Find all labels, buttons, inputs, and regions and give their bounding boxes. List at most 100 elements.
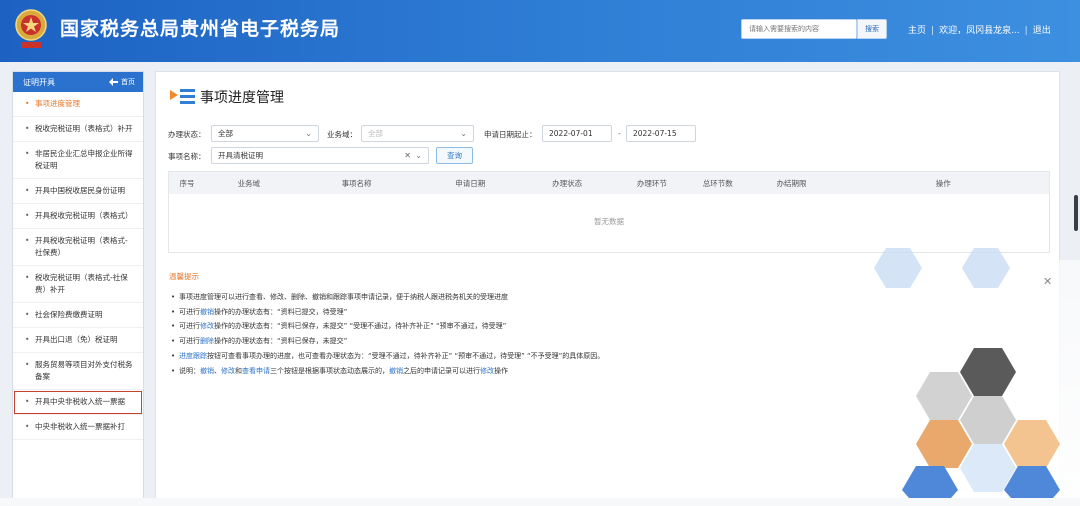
table-column-header: 序号 — [179, 178, 195, 188]
empty-state-text: 暂无数据 — [594, 217, 624, 226]
bullet-icon: • — [25, 186, 30, 195]
logout-link[interactable]: 退出 — [1033, 26, 1051, 36]
date-end-input[interactable]: 2022-07-15 — [626, 125, 696, 142]
bullet-icon: • — [25, 211, 30, 220]
bullet-icon: • — [25, 422, 30, 431]
sidebar-home-link[interactable]: 首页 — [109, 77, 135, 87]
tip-link[interactable]: 查看申请 — [242, 367, 270, 375]
item-name-value: 开具清税证明 — [218, 151, 263, 160]
sidebar-item-label: 开具中国税收居民身份证明 — [35, 186, 125, 195]
domain-select-value: 全部 — [368, 129, 383, 138]
bullet-icon: • — [25, 149, 30, 158]
status-select-value: 全部 — [218, 129, 233, 138]
tip-text: 操作的办理状态有：“资料已保存，未提交” “受理不通过，待补齐补正” “预审不通… — [214, 322, 507, 331]
bullet-icon: • — [25, 397, 30, 406]
date-separator: - — [618, 129, 621, 138]
close-icon[interactable]: ✕ — [1043, 275, 1052, 288]
bullet-icon: • — [25, 360, 30, 369]
domain-label: 业务域： — [327, 130, 357, 139]
sidebar-item[interactable]: • 服务贸易等项目对外支付税务备案 — [13, 353, 143, 390]
bullet-icon: • — [25, 310, 30, 319]
tip-link[interactable]: 修改 — [200, 322, 214, 330]
tip-link[interactable]: 撤销 — [200, 308, 214, 316]
date-start-input[interactable]: 2022-07-01 — [542, 125, 612, 142]
tips-list: 事项进度管理可以进行查看、修改、删除、撤销和跟踪事项申请记录，便于纳税人跟进税务… — [169, 290, 604, 378]
tip-text: 可进行 — [179, 307, 200, 316]
tip-text: 说明： — [179, 366, 200, 375]
tip-link[interactable]: 进度跟踪 — [179, 352, 207, 360]
tip-item: 可进行撤销操作的办理状态有：“资料已提交，待受理” — [169, 305, 604, 320]
item-name-select[interactable]: 开具清税证明 ✕ ⌄ — [211, 147, 429, 164]
bottom-strip — [0, 498, 1080, 506]
sidebar-item[interactable]: • 事项进度管理 — [13, 92, 143, 117]
sidebar-item-label: 税收完税证明（表格式）补开 — [35, 124, 133, 133]
sidebar-item[interactable]: • 开具税收完税证明（表格式-社保费） — [13, 229, 143, 266]
tip-text: 操作 — [494, 366, 508, 375]
item-name-label: 事项名称： — [168, 152, 206, 161]
back-arrow-icon — [109, 78, 118, 86]
tip-text: 按钮可查看事项办理的进度，也可查看办理状态为：“受理不通过，待补齐补正” “预审… — [207, 351, 605, 360]
chevron-down-icon: ⌄ — [415, 151, 422, 160]
table-header: 序号 业务域 事项名称 申请日期 办理状态 办理环节 总环节数 办结期限 操作 — [169, 172, 1049, 194]
table-column-header: 总环节数 — [702, 178, 733, 188]
sidebar-item[interactable]: • 开具税收完税证明（表格式） — [13, 204, 143, 229]
search-input[interactable] — [742, 20, 856, 38]
sidebar-header: 证明开具 首页 — [13, 72, 143, 92]
sidebar-item-label: 事项进度管理 — [35, 99, 80, 108]
tip-link[interactable]: 撤销 — [200, 367, 214, 375]
tip-item: 可进行修改操作的办理状态有：“资料已保存，未提交” “受理不通过，待补齐补正” … — [169, 319, 604, 334]
site-header: 国家税务总局贵州省电子税务局 搜索 主页|欢迎，凤冈县龙泉...|退出 — [0, 0, 1080, 62]
page-title: 事项进度管理 — [200, 90, 284, 106]
table-column-header: 办理环节 — [636, 178, 667, 188]
tip-item: 说明：撤销、修改和查看申请三个按钮是根据事项状态动态展示的，撤销之后的申请记录可… — [169, 364, 604, 379]
top-links: 主页 | 欢迎，凤冈县龙泉... | 退出 — [908, 26, 1051, 36]
sidebar-item[interactable]: • 社会保险费缴费证明 — [13, 303, 143, 328]
domain-select[interactable]: 全部 ⌄ — [361, 125, 474, 142]
status-select[interactable]: 全部 ⌄ — [211, 125, 319, 142]
tip-link[interactable]: 修改 — [480, 367, 494, 375]
sidebar-item[interactable]: • 开具出口退（免）税证明 — [13, 328, 143, 353]
table-column-header: 办结期限 — [776, 178, 807, 188]
tips-title: 温馨提示 — [169, 272, 199, 281]
tip-link[interactable]: 删除 — [200, 337, 214, 345]
sidebar-item-label: 中央非税收入统一票据补打 — [35, 422, 125, 431]
tip-text: 和 — [235, 366, 242, 375]
sidebar-item[interactable]: • 税收完税证明（表格式-社保费）补开 — [13, 266, 143, 303]
date-range-label: 申请日期起止： — [484, 130, 537, 139]
welcome-user-link[interactable]: 欢迎，凤冈县龙泉... — [939, 26, 1020, 36]
tip-text: 之后的申请记录可以进行 — [403, 366, 480, 375]
site-title: 国家税务总局贵州省电子税务局 — [60, 18, 341, 40]
sidebar-item-label: 开具税收完税证明（表格式） — [35, 211, 133, 220]
query-button[interactable]: 查询 — [436, 147, 473, 164]
sidebar: 证明开具 首页 • 事项进度管理 • 税收完税证明（表格式）补开 • 非居民企业汇总申报企… — [12, 71, 144, 506]
clear-icon[interactable]: ✕ — [404, 148, 411, 163]
tip-link[interactable]: 修改 — [221, 367, 235, 375]
page-scrollbar[interactable] — [1074, 195, 1078, 231]
tip-link[interactable]: 撤销 — [389, 367, 403, 375]
tip-text: 可进行 — [179, 337, 200, 346]
page-heading: 事项进度管理 — [170, 87, 284, 107]
sidebar-item[interactable]: • 开具中央非税收入统一票据 — [13, 390, 143, 415]
sidebar-item[interactable]: • 中央非税收入统一票据补打 — [13, 415, 143, 440]
sidebar-item-label: 社会保险费缴费证明 — [35, 310, 103, 319]
table-column-header: 办理状态 — [552, 178, 583, 188]
bullet-icon: • — [25, 124, 30, 133]
sidebar-item-label: 开具出口退（免）税证明 — [35, 335, 118, 344]
table-column-header: 事项名称 — [341, 178, 372, 188]
bullet-icon: • — [25, 335, 30, 344]
tip-text: 、 — [214, 366, 221, 375]
sidebar-item[interactable]: • 非居民企业汇总申报企业所得税证明 — [13, 142, 143, 179]
sidebar-item-label: 税收完税证明（表格式-社保费）补开 — [35, 273, 128, 294]
tip-item: 进度跟踪按钮可查看事项办理的进度，也可查看办理状态为：“受理不通过，待补齐补正”… — [169, 349, 604, 364]
tip-text: 事项进度管理可以进行查看、修改、删除、撤销和跟踪事项申请记录，便于纳税人跟进税务… — [179, 293, 508, 301]
sidebar-item[interactable]: • 开具中国税收居民身份证明 — [13, 179, 143, 204]
home-link[interactable]: 主页 — [908, 26, 926, 36]
chevron-down-icon: ⌄ — [460, 129, 467, 138]
sidebar-item[interactable]: • 税收完税证明（表格式）补开 — [13, 117, 143, 142]
chevron-down-icon: ⌄ — [305, 129, 312, 138]
sidebar-item-label: 非居民企业汇总申报企业所得税证明 — [35, 149, 133, 170]
status-label: 办理状态： — [168, 130, 206, 139]
table-column-header: 业务域 — [237, 178, 261, 188]
search-input-wrap[interactable] — [741, 19, 857, 39]
search-button[interactable]: 搜索 — [857, 19, 887, 39]
